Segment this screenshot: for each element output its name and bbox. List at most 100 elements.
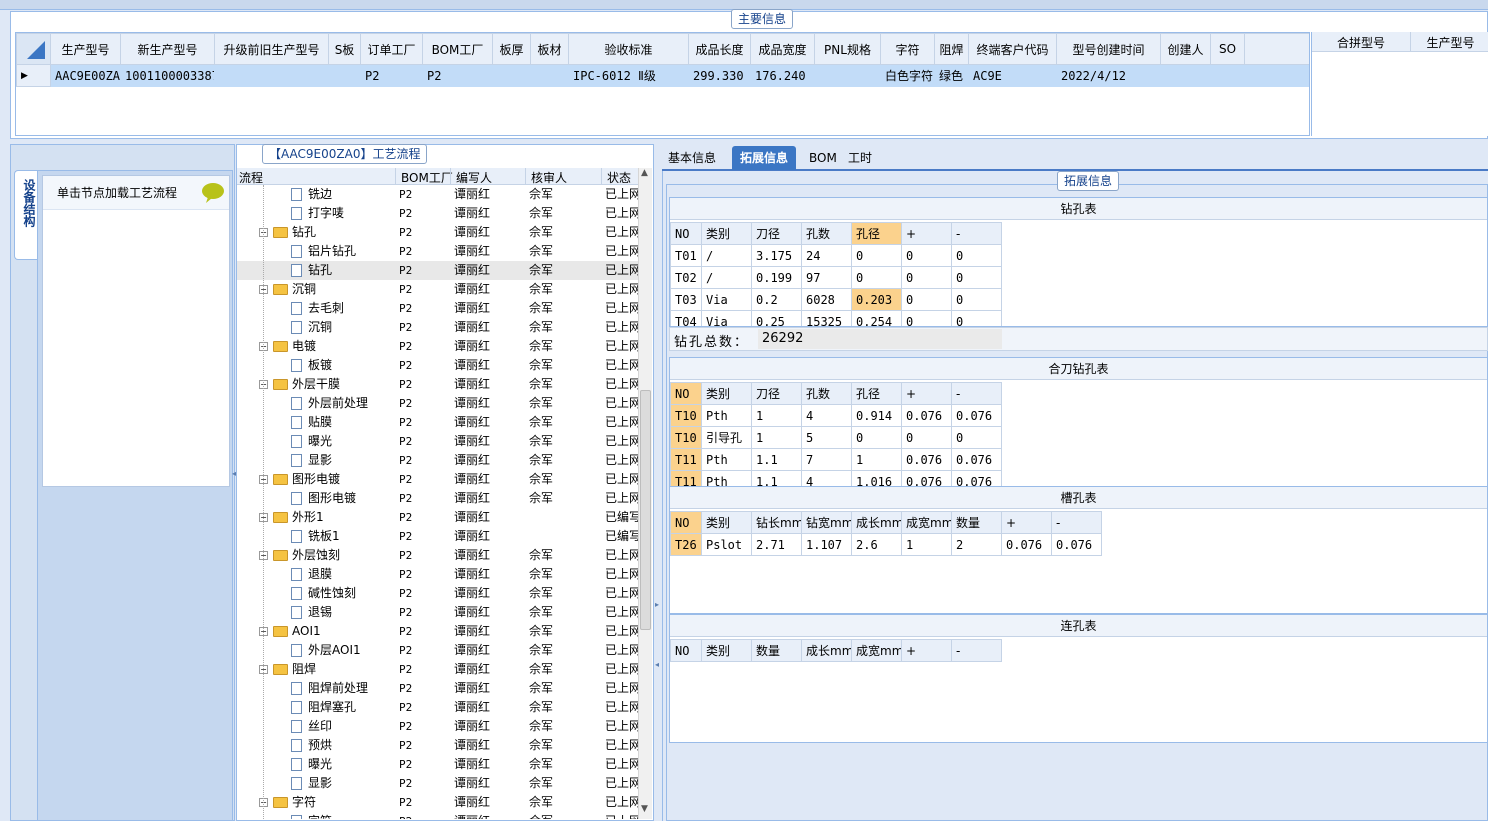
flow-tree-row[interactable]: − 钻孔 P2 谭丽红 佘军 已上网: [237, 223, 640, 242]
main-cell[interactable]: [814, 64, 881, 87]
main-cell[interactable]: [530, 64, 569, 87]
main-cell[interactable]: [214, 64, 329, 87]
merge-col-combined-model[interactable]: 合拼型号: [1312, 34, 1410, 51]
main-col-header[interactable]: 型号创建时间: [1056, 33, 1161, 65]
main-col-header[interactable]: 成品宽度: [750, 33, 815, 65]
main-cell[interactable]: P2: [360, 64, 423, 87]
table-col-header[interactable]: NO: [670, 511, 702, 534]
flow-tree-row[interactable]: 阻焊前处理 P2 谭丽红 佘军 已上网: [237, 679, 640, 698]
flow-col-status[interactable]: 状态: [607, 169, 631, 186]
table-col-header[interactable]: 类别: [701, 639, 752, 662]
table-col-header[interactable]: 孔数: [801, 222, 852, 245]
table-row[interactable]: T04 Via 0.25 15325 0.254 0 0: [670, 310, 1002, 326]
flow-tree-row[interactable]: 图形电镀 P2 谭丽红 佘军 已上网: [237, 489, 640, 508]
table-row[interactable]: T11 Pth 1.1 4 1.016 0.076 0.076: [670, 470, 1002, 486]
table-col-header[interactable]: +: [901, 222, 952, 245]
main-col-header[interactable]: 升级前旧生产型号: [214, 33, 329, 65]
table-col-header[interactable]: -: [951, 382, 1002, 405]
table-col-header[interactable]: -: [951, 639, 1002, 662]
splitter-vertical[interactable]: ▸ ◂: [654, 144, 662, 821]
main-col-header[interactable]: 板材: [530, 33, 569, 65]
flow-tree-row[interactable]: 打字唛 P2 谭丽红 佘军 已上网: [237, 204, 640, 223]
flow-tree-row[interactable]: − 外层蚀刻 P2 谭丽红 佘军 已上网: [237, 546, 640, 565]
main-cell[interactable]: [328, 64, 361, 87]
main-cell[interactable]: AC9E: [968, 64, 1057, 87]
flow-scrollbar[interactable]: ▲ ▼: [638, 168, 652, 819]
main-col-header[interactable]: S板: [328, 33, 361, 65]
main-col-header[interactable]: 创建人: [1160, 33, 1211, 65]
main-cell[interactable]: [1160, 64, 1211, 87]
flow-tree-row[interactable]: − AOI1 P2 谭丽红 佘军 已上网: [237, 622, 640, 641]
flow-tree-row[interactable]: 外层前处理 P2 谭丽红 佘军 已上网: [237, 394, 640, 413]
table-col-header[interactable]: 成长mm: [801, 639, 852, 662]
flow-tree-row[interactable]: 贴膜 P2 谭丽红 佘军 已上网: [237, 413, 640, 432]
table-col-header[interactable]: 孔径: [851, 382, 902, 405]
main-cell[interactable]: [1210, 64, 1245, 87]
flow-col-reviewer[interactable]: 核审人: [531, 169, 567, 186]
table-row[interactable]: T02/0.199 97 0 0 0: [670, 266, 1002, 289]
main-cell[interactable]: 白色字符: [880, 64, 935, 87]
flow-tree-row[interactable]: 铣板1 P2 谭丽红 已编写: [237, 527, 640, 546]
flow-tree-row[interactable]: − 外层干膜 P2 谭丽红 佘军 已上网: [237, 375, 640, 394]
table-col-header[interactable]: 成宽mm: [901, 511, 952, 534]
flow-tree-row[interactable]: 曝光 P2 谭丽红 佘军 已上网: [237, 432, 640, 451]
main-col-header[interactable]: SO: [1210, 33, 1245, 65]
table-col-header[interactable]: +: [901, 382, 952, 405]
main-col-header[interactable]: 终端客户代码: [968, 33, 1057, 65]
flow-col-process[interactable]: 流程: [239, 169, 263, 186]
flow-tree-row[interactable]: 字符P2谭丽红佘军已上网: [237, 812, 640, 819]
table-row[interactable]: T26 Pslot 2.71 1.107 2.6 1 2 0.076 0.076: [670, 533, 1102, 556]
grid-corner[interactable]: [16, 33, 51, 65]
flow-tree-row[interactable]: 退锡 P2 谭丽红 佘军 已上网: [237, 603, 640, 622]
flow-tree-row[interactable]: − 沉铜 P2 谭丽红 佘军 已上网: [237, 280, 640, 299]
hint-box[interactable]: 单击节点加载工艺流程: [42, 175, 230, 487]
tab-basic-info[interactable]: 基本信息: [662, 146, 722, 170]
flow-tree-row[interactable]: 铝片钻孔 P2 谭丽红 佘军 已上网: [237, 242, 640, 261]
main-col-header[interactable]: 生产型号: [50, 33, 121, 65]
table-col-header[interactable]: 孔数: [801, 382, 852, 405]
main-cell[interactable]: P2: [422, 64, 493, 87]
table-col-header[interactable]: 钻长mm: [751, 511, 802, 534]
flow-col-bom-factory[interactable]: BOM工厂: [401, 169, 453, 186]
main-cell[interactable]: IPC-6012 Ⅱ级: [568, 64, 689, 87]
vertical-tab-device-structure[interactable]: 设备结构: [14, 170, 38, 260]
row-selector[interactable]: ▶: [16, 64, 51, 87]
main-col-header[interactable]: BOM工厂: [422, 33, 493, 65]
table-col-header[interactable]: 类别: [701, 511, 752, 534]
table-row[interactable]: T10 引导孔 1 5 0 0 0: [670, 426, 1002, 449]
flow-tree-row[interactable]: − 电镀 P2 谭丽红 佘军 已上网: [237, 337, 640, 356]
table-col-header[interactable]: 钻宽mm: [801, 511, 852, 534]
flow-tree-row[interactable]: 碱性蚀刻 P2 谭丽红 佘军 已上网: [237, 584, 640, 603]
flow-tree-row[interactable]: − 图形电镀 P2 谭丽红 佘军 已上网: [237, 470, 640, 489]
table-row[interactable]: T10 Pth 1 4 0.914 0.076 0.076: [670, 404, 1002, 427]
table-col-header[interactable]: 刀径: [751, 382, 802, 405]
flow-tree-row[interactable]: − 外形1 P2 谭丽红 已编写: [237, 508, 640, 527]
table-col-header[interactable]: 数量: [951, 511, 1002, 534]
flow-tree-row[interactable]: 板镀 P2 谭丽红 佘军 已上网: [237, 356, 640, 375]
flow-col-writer[interactable]: 编写人: [456, 169, 492, 186]
main-cell[interactable]: 绿色: [934, 64, 969, 87]
flow-tree-row[interactable]: 外层AOI1 P2 谭丽红 佘军 已上网: [237, 641, 640, 660]
flow-scrollbar-thumb[interactable]: [640, 390, 651, 630]
merge-col-model[interactable]: 生产型号: [1412, 34, 1488, 51]
flow-tree-row[interactable]: 铣边 P2 谭丽红 佘军 已上网: [237, 185, 640, 204]
flow-tree-row[interactable]: 沉铜 P2 谭丽红 佘军 已上网: [237, 318, 640, 337]
table-col-header[interactable]: 类别: [701, 222, 752, 245]
table-col-header[interactable]: -: [951, 222, 1002, 245]
table-col-header[interactable]: NO: [670, 382, 702, 405]
main-cell[interactable]: AAC9E00ZA0: [50, 64, 121, 87]
main-col-header[interactable]: 订单工厂: [360, 33, 423, 65]
flow-tree-row[interactable]: 丝印 P2 谭丽红 佘军 已上网: [237, 717, 640, 736]
flow-tree-row[interactable]: 阻焊塞孔 P2 谭丽红 佘军 已上网: [237, 698, 640, 717]
flow-tree-row[interactable]: − 阻焊 P2 谭丽红 佘军 已上网: [237, 660, 640, 679]
main-cell[interactable]: 299.330: [688, 64, 751, 87]
main-col-header[interactable]: 阻焊: [934, 33, 969, 65]
table-col-header[interactable]: 刀径: [751, 222, 802, 245]
flow-tree-row[interactable]: 预烘 P2 谭丽红 佘军 已上网: [237, 736, 640, 755]
table-col-header[interactable]: -: [1051, 511, 1102, 534]
tab-extended-info[interactable]: 拓展信息: [732, 146, 797, 170]
table-col-header[interactable]: +: [1001, 511, 1052, 534]
main-cell[interactable]: 176.240: [750, 64, 815, 87]
table-col-header[interactable]: 孔径: [851, 222, 902, 245]
table-row[interactable]: T01/3.175 24 0 0 0: [670, 244, 1002, 267]
